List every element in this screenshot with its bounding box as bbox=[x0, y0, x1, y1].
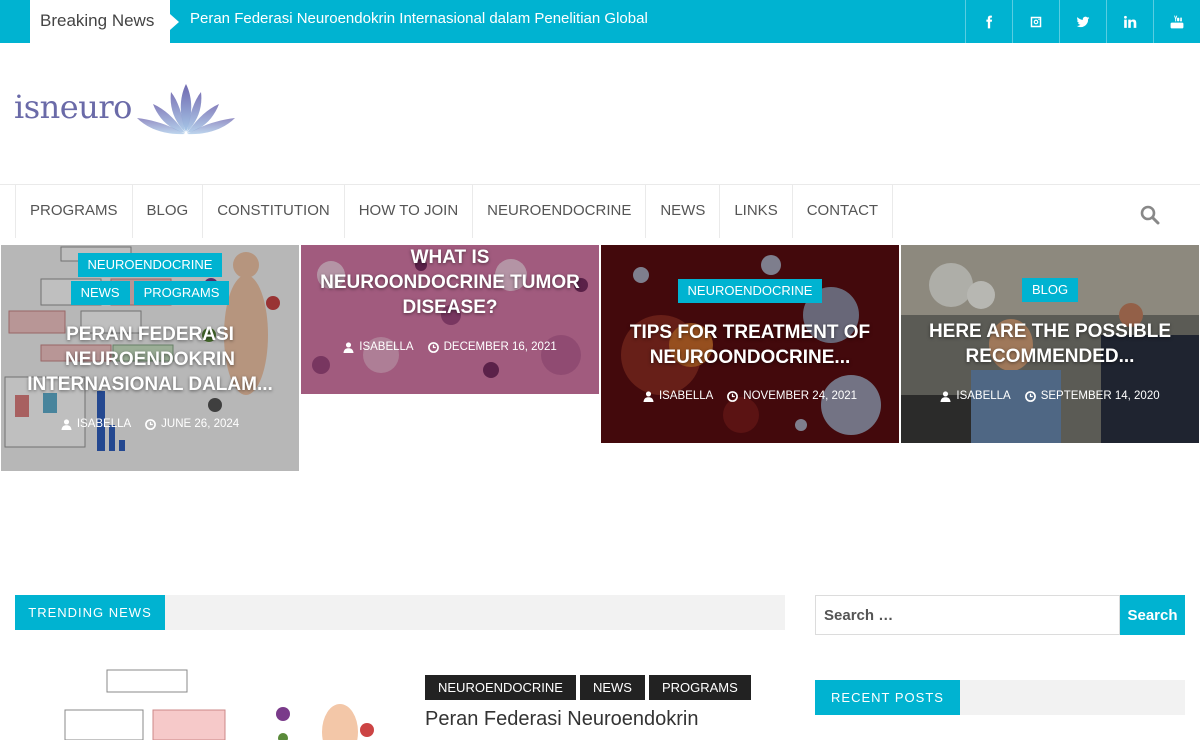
author: ISABELLA bbox=[940, 390, 1011, 402]
trending-news-label: TRENDING NEWS bbox=[15, 595, 165, 630]
author: ISABELLA bbox=[643, 390, 713, 402]
main-nav: PROGRAMS BLOG CONSTITUTION HOW TO JOIN N… bbox=[0, 184, 1200, 238]
breaking-news-headline[interactable]: Peran Federasi Neuroendokrin Internasion… bbox=[190, 0, 648, 38]
featured-card[interactable]: WHAT IS NEUROONDOCRINE TUMOR DISEASE? IS… bbox=[301, 245, 599, 394]
top-bar: Breaking News Peran Federasi Neuroendokr… bbox=[0, 0, 1200, 43]
nav-item-programs[interactable]: PROGRAMS bbox=[15, 185, 132, 238]
social-links bbox=[965, 0, 1200, 43]
clock-icon bbox=[145, 418, 157, 430]
card-title[interactable]: TIPS FOR TREATMENT OF NEUROONDOCRINE... bbox=[601, 320, 899, 370]
card-tags: BLOG bbox=[901, 278, 1199, 302]
featured-card[interactable]: NEUROENDOCRINE NEWS PROGRAMS PERAN FEDER… bbox=[1, 245, 299, 471]
breaking-news-label: Breaking News bbox=[30, 0, 179, 43]
clock-icon bbox=[427, 341, 439, 353]
twitter-icon[interactable] bbox=[1059, 0, 1106, 43]
date-text[interactable]: NOVEMBER 24, 2021 bbox=[743, 390, 857, 402]
user-icon bbox=[643, 390, 654, 402]
user-icon bbox=[940, 390, 951, 402]
site-logo-text[interactable]: isneuro bbox=[14, 88, 132, 126]
card-title[interactable]: WHAT IS NEUROONDOCRINE TUMOR DISEASE? bbox=[301, 245, 599, 320]
clock-icon bbox=[1024, 390, 1036, 402]
card-meta: ISABELLA JUNE 26, 2024 bbox=[1, 418, 299, 430]
card-tags: NEUROENDOCRINE bbox=[601, 279, 899, 303]
user-icon bbox=[343, 341, 354, 353]
author-name[interactable]: ISABELLA bbox=[359, 341, 413, 353]
card-title[interactable]: HERE ARE THE POSSIBLE RECOMMENDED... bbox=[901, 319, 1199, 369]
date-text[interactable]: DECEMBER 16, 2021 bbox=[444, 341, 557, 353]
post-date: DECEMBER 16, 2021 bbox=[427, 341, 557, 353]
card-meta: ISABELLA NOVEMBER 24, 2021 bbox=[601, 390, 899, 402]
nav-item-blog[interactable]: BLOG bbox=[131, 185, 203, 238]
search-button[interactable]: Search bbox=[1120, 595, 1185, 635]
card-meta: ISABELLA SEPTEMBER 14, 2020 bbox=[901, 390, 1199, 402]
author-name[interactable]: ISABELLA bbox=[77, 418, 131, 430]
post-date: SEPTEMBER 14, 2020 bbox=[1024, 390, 1160, 402]
nav-item-neuroendocrine[interactable]: NEUROENDOCRINE bbox=[472, 185, 645, 238]
recent-posts-header: RECENT POSTS bbox=[815, 680, 1185, 715]
tag-blog[interactable]: BLOG bbox=[1021, 278, 1079, 302]
linkedin-icon[interactable] bbox=[1106, 0, 1153, 43]
tag-news[interactable]: NEWS bbox=[579, 675, 645, 700]
trending-news-header: TRENDING NEWS bbox=[15, 595, 785, 630]
featured-card[interactable]: BLOG HERE ARE THE POSSIBLE RECOMMENDED..… bbox=[901, 245, 1199, 443]
author-name[interactable]: ISABELLA bbox=[956, 390, 1010, 402]
post-date: NOVEMBER 24, 2021 bbox=[727, 390, 857, 402]
recent-posts-label: RECENT POSTS bbox=[815, 680, 960, 715]
user-icon bbox=[61, 418, 72, 430]
tag-programs[interactable]: PROGRAMS bbox=[133, 281, 230, 305]
lotus-logo-icon[interactable] bbox=[135, 82, 237, 138]
trending-tags: NEUROENDOCRINE NEWS PROGRAMS bbox=[425, 675, 751, 700]
search-icon[interactable] bbox=[1140, 205, 1160, 225]
instagram-icon[interactable] bbox=[1012, 0, 1059, 43]
post-date: JUNE 26, 2024 bbox=[145, 418, 239, 430]
date-text[interactable]: SEPTEMBER 14, 2020 bbox=[1041, 390, 1160, 402]
facebook-icon[interactable] bbox=[965, 0, 1012, 43]
tag-programs[interactable]: PROGRAMS bbox=[648, 675, 751, 700]
tag-neuroendocrine[interactable]: NEUROENDOCRINE bbox=[425, 675, 576, 700]
nav-item-news[interactable]: NEWS bbox=[645, 185, 719, 238]
tag-neuroendocrine[interactable]: NEUROENDOCRINE bbox=[677, 279, 823, 303]
clock-icon bbox=[727, 390, 739, 402]
tag-news[interactable]: NEWS bbox=[70, 281, 130, 305]
search-input[interactable] bbox=[815, 595, 1120, 635]
trending-post-title[interactable]: Peran Federasi Neuroendokrin bbox=[425, 708, 699, 731]
author: ISABELLA bbox=[61, 418, 131, 430]
nav-item-links[interactable]: LINKS bbox=[719, 185, 791, 238]
card-meta: ISABELLA DECEMBER 16, 2021 bbox=[301, 341, 599, 353]
youtube-icon[interactable] bbox=[1153, 0, 1200, 43]
nav-item-constitution[interactable]: CONSTITUTION bbox=[202, 185, 344, 238]
card-tags: NEUROENDOCRINE NEWS PROGRAMS bbox=[1, 253, 299, 305]
nav-item-how-to-join[interactable]: HOW TO JOIN bbox=[343, 185, 472, 238]
trending-thumbnail-image[interactable] bbox=[15, 662, 395, 740]
featured-card[interactable]: NEUROENDOCRINE TIPS FOR TREATMENT OF NEU… bbox=[601, 245, 899, 443]
author-name[interactable]: ISABELLA bbox=[659, 390, 713, 402]
nav-item-contact[interactable]: CONTACT bbox=[791, 185, 894, 238]
tag-neuroendocrine[interactable]: NEUROENDOCRINE bbox=[77, 253, 223, 277]
card-title[interactable]: PERAN FEDERASI NEUROENDOKRIN INTERNASION… bbox=[1, 322, 299, 397]
author: ISABELLA bbox=[343, 341, 414, 353]
nav-list: PROGRAMS BLOG CONSTITUTION HOW TO JOIN N… bbox=[15, 185, 894, 238]
date-text[interactable]: JUNE 26, 2024 bbox=[161, 418, 239, 430]
